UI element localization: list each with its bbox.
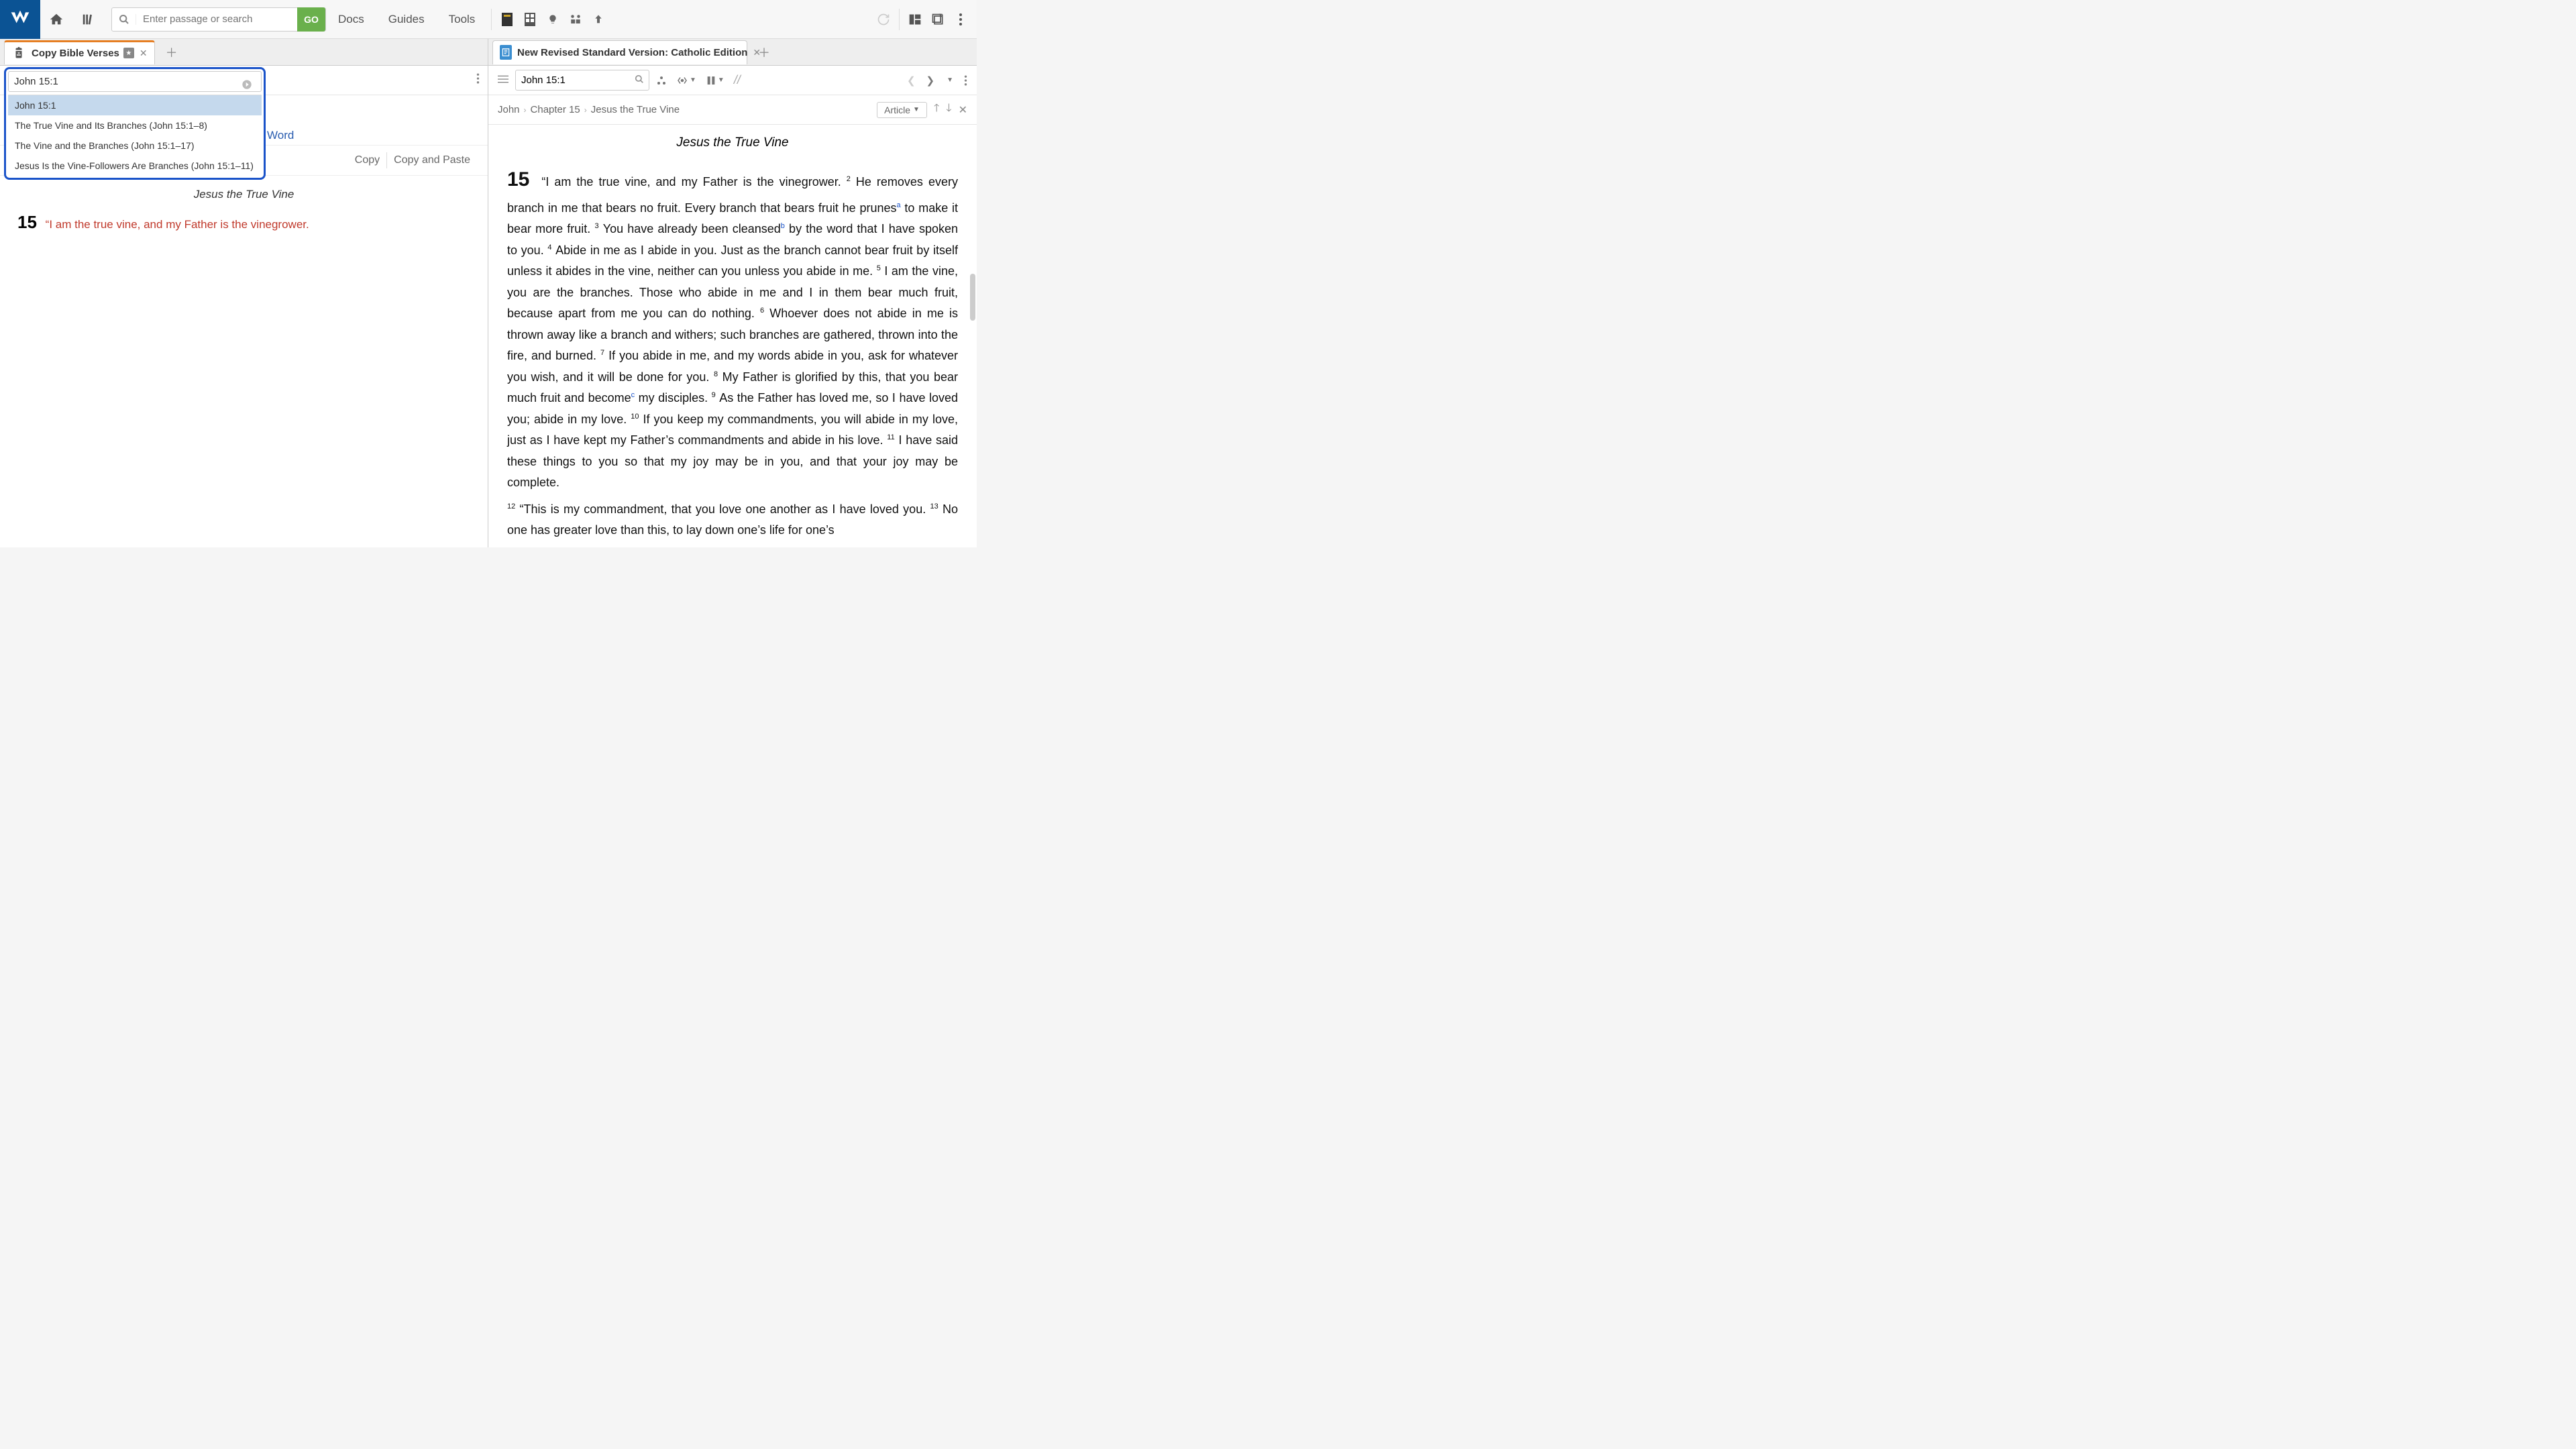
right-reference-input-wrap bbox=[515, 70, 649, 91]
breadcrumb-book[interactable]: John bbox=[498, 104, 520, 115]
right-pane: New Revised Standard Version: Catholic E… bbox=[488, 39, 977, 547]
right-reference-bar: ▼ ▼ // ❮ ❯ ▼ bbox=[488, 66, 977, 95]
shortcut-icon-1[interactable] bbox=[498, 10, 517, 29]
suggestion-item[interactable]: The Vine and the Branches (John 15:1–17) bbox=[8, 136, 262, 156]
article-label: Article bbox=[884, 105, 910, 115]
chevron-right-icon: › bbox=[584, 105, 587, 115]
scripture-paragraph: 12 “This is my commandment, that you lov… bbox=[507, 499, 958, 541]
nav-forward-icon[interactable]: ❯ bbox=[924, 74, 938, 87]
breadcrumb-section[interactable]: Jesus the True Vine bbox=[591, 104, 680, 115]
left-reference-bar: John 15:1 The True Vine and Its Branches… bbox=[0, 66, 488, 95]
star-badge-icon[interactable]: ★ bbox=[123, 48, 134, 58]
tab-copy-bible-verses[interactable]: Copy Bible Verses ★ ✕ bbox=[4, 40, 155, 64]
app-menu-icon[interactable] bbox=[951, 10, 970, 29]
suggestion-list: John 15:1 The True Vine and Its Branches… bbox=[8, 95, 262, 176]
slash-icon[interactable]: // bbox=[731, 73, 743, 87]
layout-icon[interactable] bbox=[906, 10, 924, 29]
chapter-number: 15 bbox=[507, 168, 529, 191]
search-icon[interactable] bbox=[635, 74, 644, 86]
nav-docs[interactable]: Docs bbox=[338, 13, 364, 26]
right-reference-input[interactable] bbox=[515, 70, 649, 91]
format-label-partial: Word bbox=[267, 129, 294, 142]
panel-menu-icon[interactable] bbox=[961, 74, 970, 87]
reference-input[interactable] bbox=[8, 71, 262, 92]
app-logo[interactable] bbox=[0, 0, 40, 39]
parallel-icon[interactable] bbox=[653, 75, 669, 86]
library-icon[interactable] bbox=[72, 0, 105, 39]
contents-icon[interactable] bbox=[495, 73, 511, 87]
close-locator-icon[interactable]: ✕ bbox=[959, 103, 967, 117]
panel-menu-icon[interactable] bbox=[476, 72, 480, 88]
tab-label: Copy Bible Verses bbox=[32, 48, 119, 59]
go-arrow-icon[interactable] bbox=[241, 79, 252, 92]
suggestion-item[interactable]: The True Vine and Its Branches (John 15:… bbox=[8, 115, 262, 136]
add-tab-icon[interactable]: ＋ bbox=[758, 44, 770, 61]
lightbulb-icon[interactable] bbox=[543, 10, 562, 29]
search-icon[interactable] bbox=[112, 14, 136, 25]
nav-guides[interactable]: Guides bbox=[388, 13, 425, 26]
scripture-body: 12 “This is my commandment, that you lov… bbox=[507, 502, 958, 537]
suggestion-item[interactable]: John 15:1 bbox=[8, 95, 262, 115]
panels-icon[interactable] bbox=[928, 10, 947, 29]
scrollbar-thumb[interactable] bbox=[970, 274, 975, 321]
home-icon[interactable] bbox=[40, 0, 72, 39]
passage-heading: Jesus the True Vine bbox=[17, 188, 470, 201]
left-preview: Jesus the True Vine 15 “I am the true vi… bbox=[0, 176, 488, 239]
breadcrumb-bar: John › Chapter 15 › Jesus the True Vine … bbox=[488, 95, 977, 125]
chapter-number: 15 bbox=[17, 212, 37, 232]
columns-icon[interactable]: ▼ bbox=[703, 75, 727, 86]
nav-history-caret[interactable]: ▼ bbox=[943, 76, 956, 84]
shortcut-icon-4[interactable] bbox=[566, 10, 585, 29]
suggestion-item[interactable]: Jesus Is the Vine-Followers Are Branches… bbox=[8, 156, 262, 176]
chevron-right-icon: › bbox=[524, 105, 527, 115]
left-pane: Copy Bible Verses ★ ✕ ＋ John 15:1 The Tr… bbox=[0, 39, 488, 547]
nav-tools[interactable]: Tools bbox=[449, 13, 476, 26]
sync-icon[interactable] bbox=[874, 10, 893, 29]
book-icon bbox=[500, 45, 512, 60]
copy-paste-button[interactable]: Copy and Paste bbox=[387, 152, 477, 168]
scripture-body: “I am the true vine, and my Father is th… bbox=[507, 175, 958, 489]
right-tabs: New Revised Standard Version: Catholic E… bbox=[488, 39, 977, 66]
close-icon[interactable]: ✕ bbox=[140, 48, 148, 59]
link-set-icon[interactable]: ▼ bbox=[674, 75, 699, 86]
divider bbox=[899, 9, 900, 30]
global-search: GO bbox=[111, 7, 326, 32]
shortcut-icon-2[interactable] bbox=[521, 10, 539, 29]
nav-back-icon[interactable]: ❮ bbox=[904, 74, 918, 87]
nav-down-icon[interactable]: 🡓 bbox=[946, 101, 951, 119]
scripture-paragraph: 15 “I am the true vine, and my Father is… bbox=[507, 162, 958, 494]
search-input[interactable] bbox=[136, 9, 297, 29]
verse-text: “I am the true vine, and my Father is th… bbox=[46, 218, 309, 231]
locator-type-button[interactable]: Article▼ bbox=[877, 102, 927, 118]
main-split: Copy Bible Verses ★ ✕ ＋ John 15:1 The Tr… bbox=[0, 39, 977, 547]
top-toolbar: GO Docs Guides Tools bbox=[0, 0, 977, 39]
reference-autocomplete: John 15:1 The True Vine and Its Branches… bbox=[4, 67, 266, 180]
section-title: Jesus the True Vine bbox=[507, 136, 958, 150]
copy-button[interactable]: Copy bbox=[348, 152, 387, 168]
tab-label: New Revised Standard Version: Catholic E… bbox=[517, 47, 747, 58]
clipboard-icon bbox=[11, 46, 26, 60]
divider bbox=[491, 9, 492, 30]
right-content[interactable]: Jesus the True Vine 15 “I am the true vi… bbox=[488, 125, 977, 549]
go-button[interactable]: GO bbox=[297, 7, 325, 32]
breadcrumb-chapter[interactable]: Chapter 15 bbox=[531, 104, 580, 115]
tab-nrsvce[interactable]: New Revised Standard Version: Catholic E… bbox=[492, 40, 747, 64]
nav-up-icon[interactable]: 🡑 bbox=[934, 101, 939, 119]
verse-line: 15 “I am the true vine, and my Father is… bbox=[17, 212, 470, 233]
upload-icon[interactable] bbox=[589, 10, 608, 29]
left-tabs: Copy Bible Verses ★ ✕ ＋ bbox=[0, 39, 488, 66]
add-tab-icon[interactable]: ＋ bbox=[166, 44, 178, 61]
